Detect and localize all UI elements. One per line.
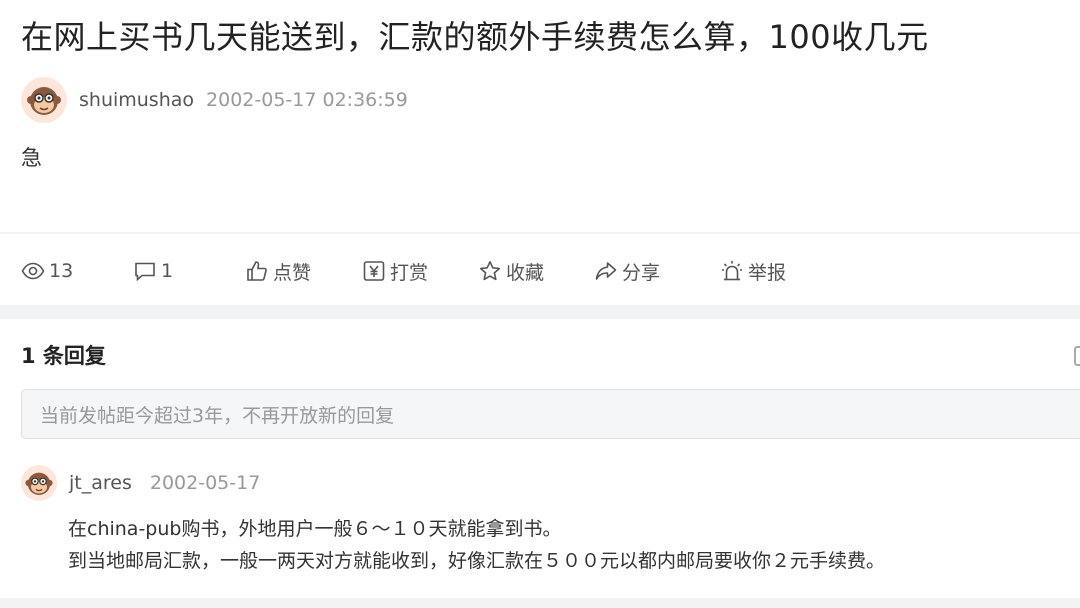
thumbs-up-icon xyxy=(247,261,267,281)
views-counter: 13 xyxy=(21,248,73,294)
report-label: 举报 xyxy=(748,261,787,284)
reply-body: 在china-pub购书，外地用户一般６～１０天就能拿到书。 到当地邮局汇款，一… xyxy=(68,513,885,577)
report-button[interactable]: 举报 xyxy=(720,248,786,294)
views-count: 13 xyxy=(49,260,74,282)
sort-toggle[interactable] xyxy=(1074,346,1080,366)
divider xyxy=(0,232,1080,234)
comments-button[interactable]: 1 xyxy=(133,248,173,294)
favorite-label: 收藏 xyxy=(506,261,545,284)
star-icon xyxy=(479,261,501,281)
post-body: 急 xyxy=(21,146,42,170)
section-separator xyxy=(0,598,1080,608)
yen-icon xyxy=(363,261,385,281)
reply-input-placeholder: 当前发帖距今超过3年，不再开放新的回复 xyxy=(40,404,395,427)
comments-count: 1 xyxy=(161,260,174,282)
share-label: 分享 xyxy=(622,261,661,284)
post-actions-bar: 13 1 点赞 打赏 收藏 分享 举报 xyxy=(0,248,1080,294)
share-button[interactable]: 分享 xyxy=(594,248,660,294)
alarm-icon xyxy=(722,261,742,281)
post-author-row: shuimushao 2002-05-17 02:36:59 xyxy=(21,76,408,124)
reply-date: 2002-05-17 xyxy=(149,472,261,494)
reply-author-name[interactable]: jt_ares xyxy=(69,472,132,494)
post-author-name[interactable]: shuimushao xyxy=(79,89,194,111)
section-separator xyxy=(0,305,1080,319)
like-label: 点赞 xyxy=(273,261,312,284)
reward-label: 打赏 xyxy=(390,261,429,284)
share-icon xyxy=(595,262,617,280)
reward-button[interactable]: 打赏 xyxy=(362,248,428,294)
reply-author-row: jt_ares 2002-05-17 xyxy=(21,463,260,503)
like-button[interactable]: 点赞 xyxy=(245,248,311,294)
monkey-avatar-icon[interactable] xyxy=(21,465,57,501)
favorite-button[interactable]: 收藏 xyxy=(478,248,544,294)
reply-line: 在china-pub购书，外地用户一般６～１０天就能拿到书。 xyxy=(68,518,562,540)
replies-heading: 1 条回复 xyxy=(21,344,106,368)
eye-icon xyxy=(21,262,45,280)
reply-input[interactable]: 当前发帖距今超过3年，不再开放新的回复 xyxy=(21,389,1080,439)
monkey-avatar-icon[interactable] xyxy=(21,77,67,123)
post-date: 2002-05-17 02:36:59 xyxy=(206,89,408,111)
post-title: 在网上买书几天能送到，汇款的额外手续费怎么算，100收几元 xyxy=(21,18,929,56)
comment-icon xyxy=(135,262,155,282)
reply-line: 到当地邮局汇款，一般一两天对方就能收到，好像汇款在５００元以都内邮局要收你２元手… xyxy=(68,550,886,572)
